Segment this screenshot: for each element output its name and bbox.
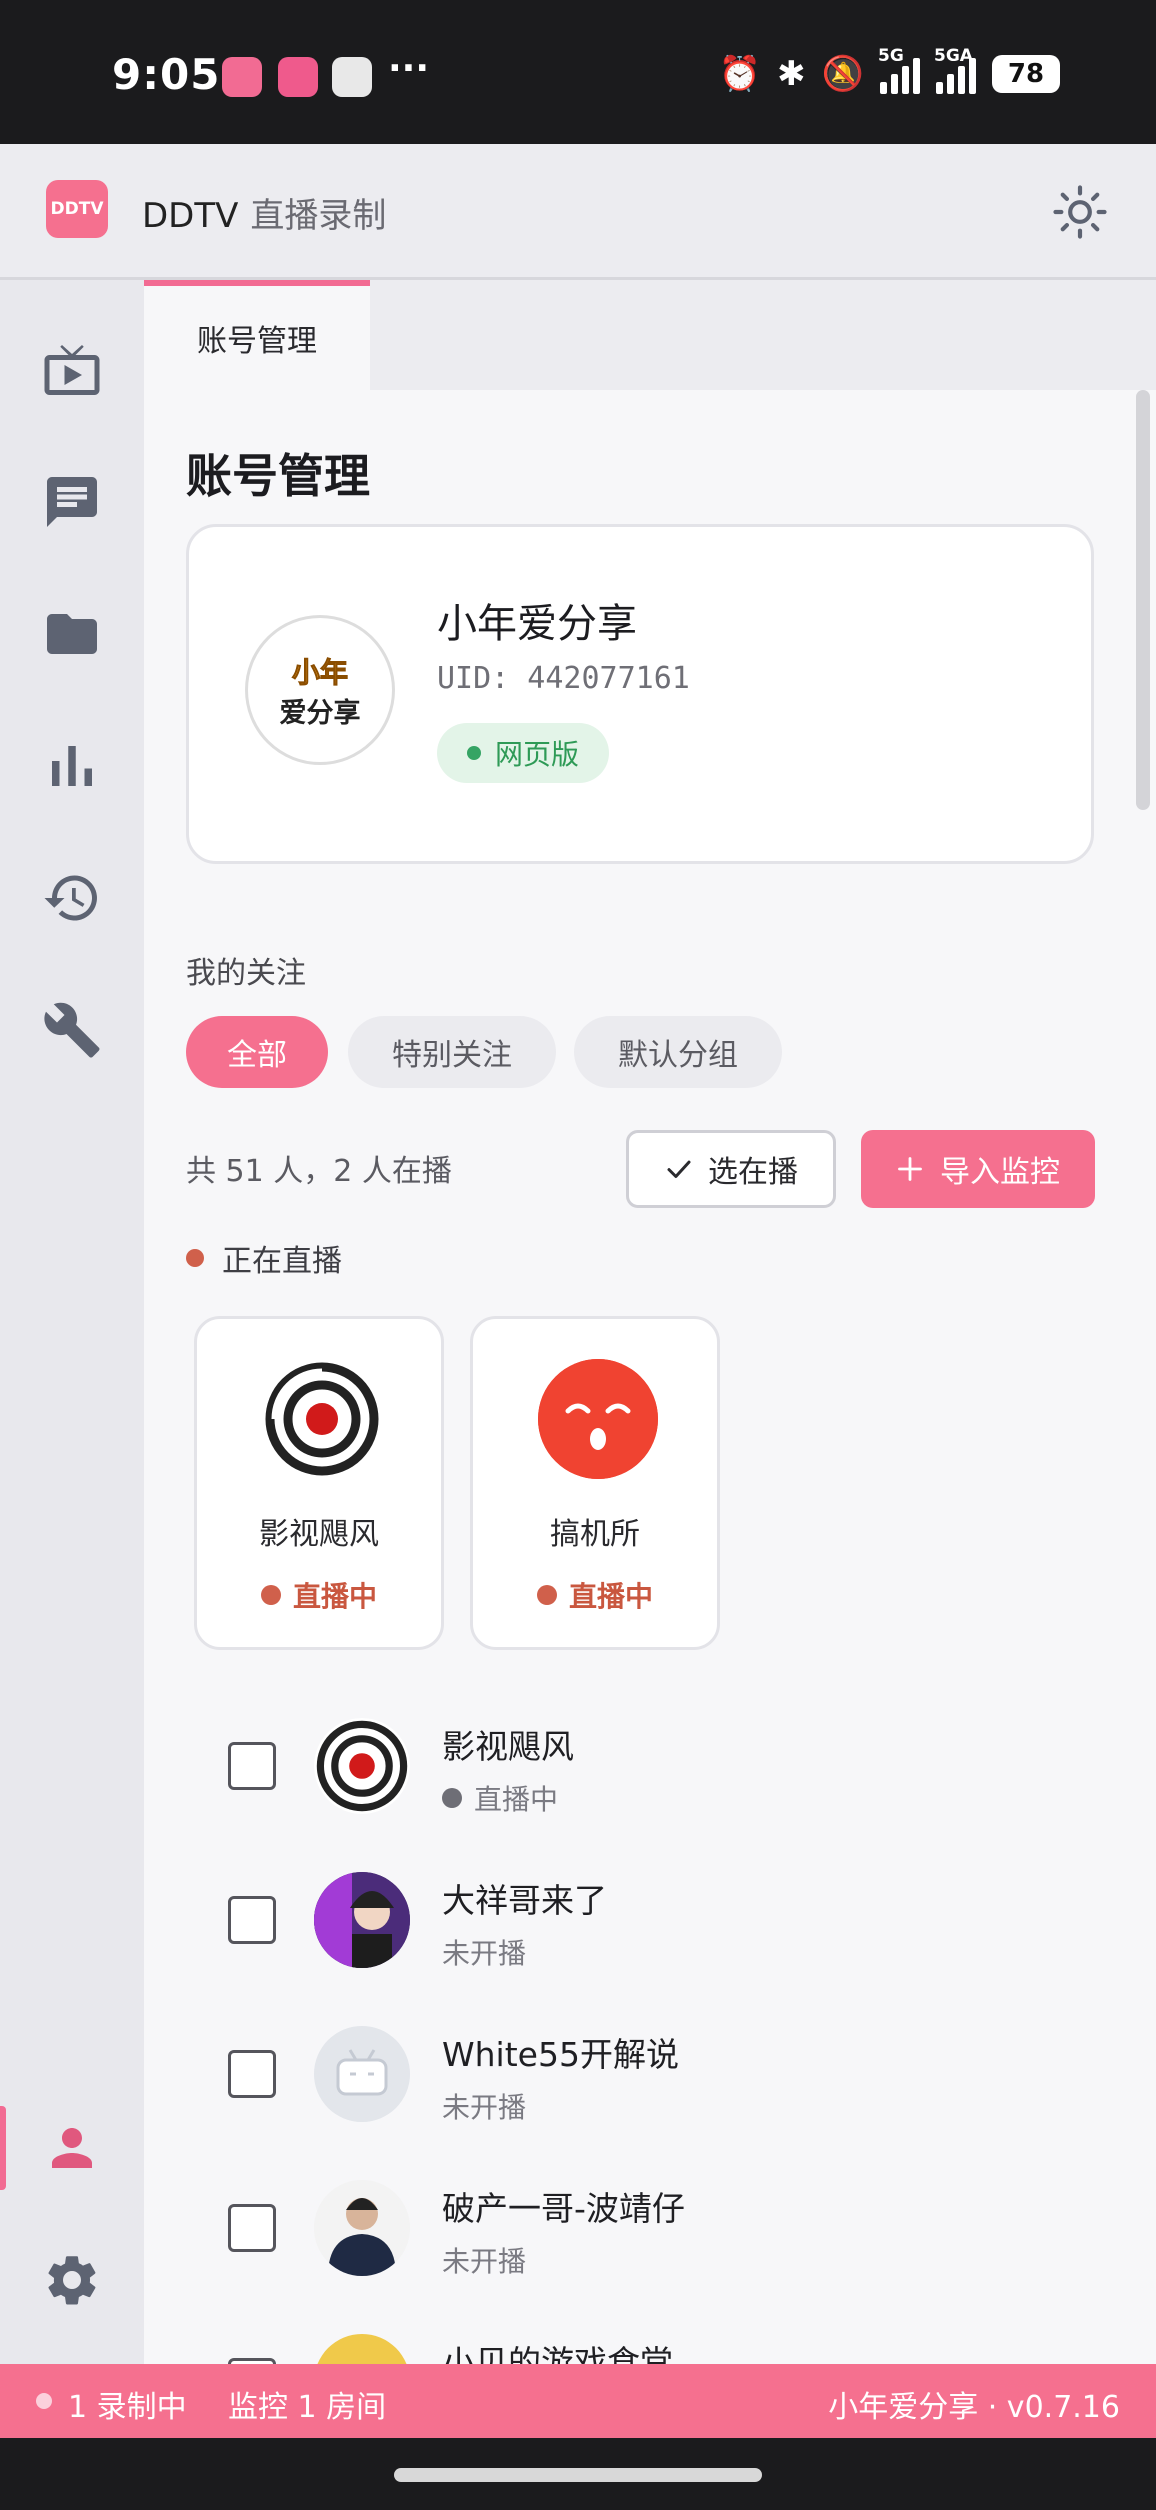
row-status: 未开播 <box>442 2091 527 2124</box>
status-footer-bar: 1 录制中 监控 1 房间 小年爱分享 · v0.7.16 <box>0 2364 1156 2438</box>
theme-toggle-button[interactable] <box>1050 182 1110 242</box>
live-card-status: 直播中 <box>473 1575 717 1615</box>
chat-icon <box>47 477 97 527</box>
list-item[interactable]: 大祥哥来了 未开播 <box>144 1844 1156 1994</box>
bilibili-app-notification-icon <box>278 57 318 97</box>
row-name: 小贝的游戏食堂 <box>442 2343 673 2364</box>
folder-icon <box>47 614 97 654</box>
nav-tools[interactable] <box>34 992 110 1068</box>
home-gesture-bar[interactable] <box>394 2468 762 2482</box>
avatar <box>314 2180 410 2276</box>
live-card-gaojisuo[interactable]: 搞机所 直播中 <box>470 1316 720 1650</box>
row-status-label: 直播中 <box>474 1783 559 1816</box>
live-status-label: 直播中 <box>292 1580 377 1613</box>
row-status: 直播中 <box>442 1778 558 1818</box>
tv-icon <box>44 345 100 395</box>
nav-files[interactable] <box>34 596 110 672</box>
bilibili-notification-icon <box>222 57 262 97</box>
row-name: 大祥哥来了 <box>442 1881 607 1920</box>
live-card-status: 直播中 <box>197 1575 441 1615</box>
list-item[interactable]: 破产一哥-波靖仔 未开播 <box>144 2152 1156 2302</box>
app-header: DDTV DDTV 直播录制 <box>0 144 1156 280</box>
live-status-label: 直播中 <box>568 1580 653 1613</box>
live-card-name: 搞机所 <box>550 1517 640 1552</box>
signal-5ga-icon: 5GA <box>934 46 976 94</box>
tab-account-management[interactable]: 账号管理 <box>144 280 370 390</box>
app-logo: DDTV <box>46 180 108 238</box>
row-name: 破产一哥-波靖仔 <box>442 2189 685 2228</box>
history-icon <box>44 875 97 921</box>
live-card-yingshijufeng[interactable]: 影视飓风 直播中 <box>194 1316 444 1650</box>
row-status: 未开播 <box>442 1937 527 1970</box>
app-name: DDTV <box>142 196 239 236</box>
avatar <box>262 1359 382 1479</box>
recording-dot <box>36 2393 52 2409</box>
row-name: White55开解说 <box>442 2035 679 2074</box>
status-dot <box>442 1788 462 1808</box>
avatar <box>314 2334 410 2364</box>
bar-chart-icon <box>52 746 92 786</box>
tab-bar: 账号管理 <box>144 280 1156 390</box>
row-checkbox[interactable] <box>228 1742 276 1790</box>
system-status-bar: 9:05 ··· ⏰ ✱ 🔕 5G 5GA 78 <box>0 0 1156 144</box>
app-subtitle: 直播录制 <box>250 196 387 236</box>
more-notifications-icon: ··· <box>388 48 430 89</box>
row-name: 影视飓风 <box>442 1727 574 1766</box>
sun-icon <box>1053 185 1107 239</box>
live-dot <box>260 1585 281 1605</box>
app-notification-icon <box>332 57 372 97</box>
nav-account[interactable] <box>34 2110 110 2186</box>
row-checkbox[interactable] <box>228 2204 276 2252</box>
wrench-icon <box>44 1002 100 1058</box>
active-nav-indicator <box>0 2106 6 2190</box>
row-checkbox[interactable] <box>228 2050 276 2098</box>
sidebar <box>0 280 144 2364</box>
list-item[interactable]: White55开解说 未开播 <box>144 1998 1156 2148</box>
gear-icon <box>48 2256 96 2305</box>
nav-settings[interactable] <box>34 2242 110 2318</box>
avatar <box>538 1359 658 1479</box>
recording-count: 1 录制中 <box>68 2390 187 2425</box>
system-navigation-bar <box>0 2438 1156 2510</box>
list-item[interactable]: 小贝的游戏食堂 <box>144 2306 1156 2364</box>
alarm-icon: ⏰ <box>718 54 762 94</box>
row-checkbox[interactable] <box>228 1896 276 1944</box>
clock: 9:05 <box>112 50 221 99</box>
nav-stats[interactable] <box>34 728 110 804</box>
nav-danmaku[interactable] <box>34 464 110 540</box>
app-title: DDTV 直播录制 <box>142 188 386 237</box>
nav-live[interactable] <box>34 332 110 408</box>
avatar <box>314 1872 410 1968</box>
person-icon <box>52 2128 92 2168</box>
signal-5g-icon: 5G <box>878 46 920 94</box>
user-version: 小年爱分享 · v0.7.16 <box>828 2390 1120 2425</box>
monitoring-count: 监控 1 房间 <box>228 2390 387 2425</box>
avatar <box>314 2026 410 2122</box>
bluetooth-icon: ✱ <box>777 54 806 94</box>
avatar <box>314 1718 410 1814</box>
live-dot <box>536 1585 557 1605</box>
row-status: 未开播 <box>442 2245 527 2278</box>
battery-icon: 78 <box>992 55 1060 93</box>
list-item[interactable]: 影视飓风 直播中 <box>144 1690 1156 1840</box>
live-card-name: 影视飓风 <box>259 1517 379 1552</box>
nav-history[interactable] <box>34 860 110 936</box>
mute-icon: 🔕 <box>821 54 864 94</box>
